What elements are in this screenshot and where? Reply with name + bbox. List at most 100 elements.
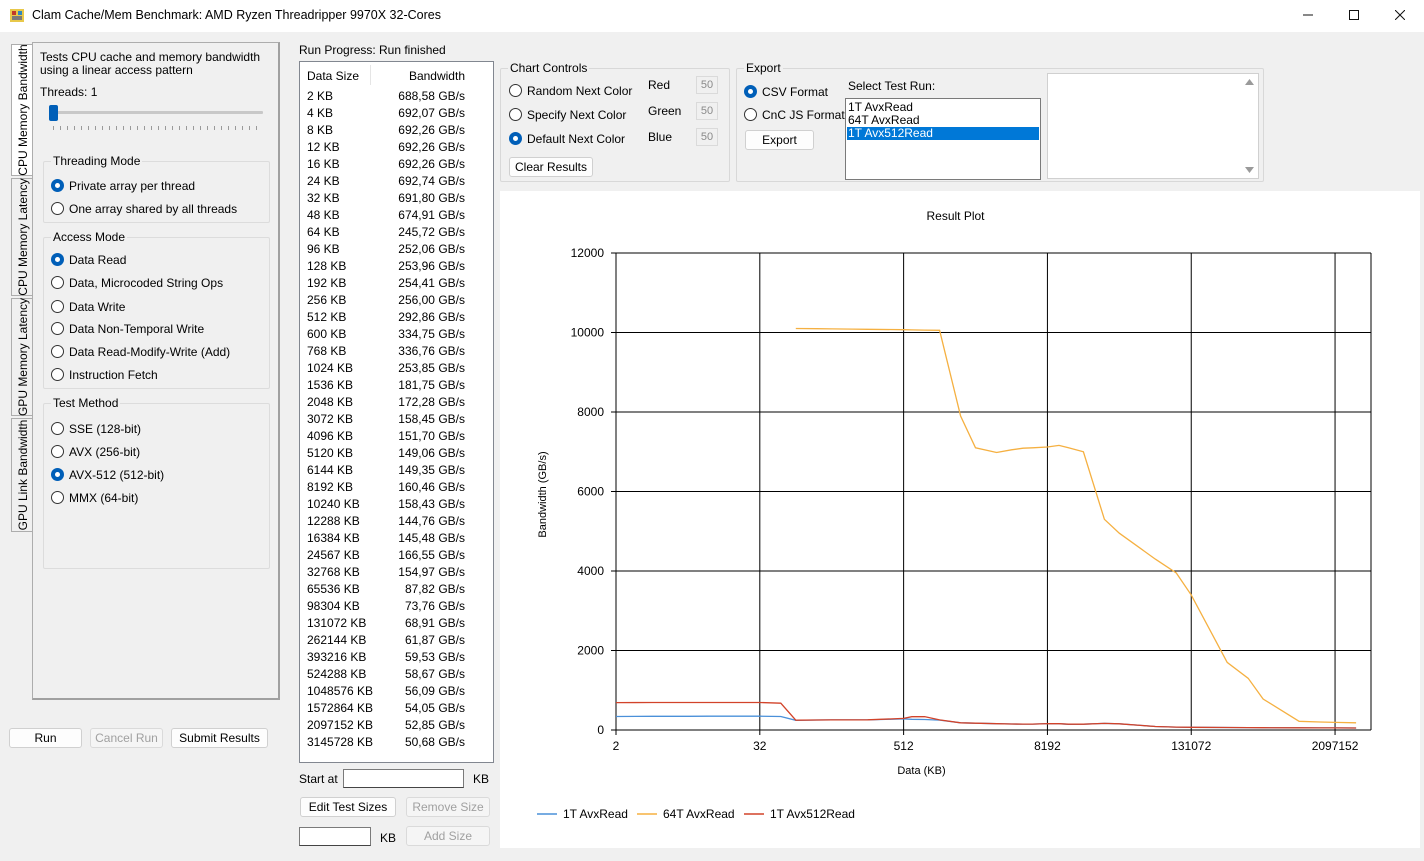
group-title: Access Mode [51, 230, 128, 244]
clear-results-button[interactable]: Clear Results [509, 157, 593, 177]
table-row[interactable]: 393216 KB 59,53 GB/s [300, 649, 493, 666]
export-button[interactable]: Export [745, 130, 814, 150]
y-tick-label: 12000 [571, 246, 605, 260]
cell-data-size: 48 KB [307, 208, 340, 222]
table-row[interactable]: 48 KB 674,91 GB/s [300, 207, 493, 224]
group-title: Export [744, 61, 783, 75]
x-axis-label: Data (KB) [897, 765, 945, 777]
cell-data-size: 768 KB [307, 344, 347, 358]
maximize-button[interactable] [1331, 0, 1377, 32]
table-row[interactable]: 3072 KB 158,45 GB/s [300, 411, 493, 428]
minimize-icon [1303, 14, 1313, 16]
threads-slider-thumb[interactable] [49, 105, 58, 121]
cell-bandwidth: 181,75 GB/s [398, 378, 465, 392]
group-title: Chart Controls [508, 61, 590, 75]
add-size-input[interactable] [299, 827, 371, 846]
table-row[interactable]: 2097152 KB 52,85 GB/s [300, 717, 493, 734]
table-row[interactable]: 16 KB 692,26 GB/s [300, 156, 493, 173]
column-header-data-size[interactable]: Data Size [307, 69, 359, 83]
table-row[interactable]: 98304 KB 73,76 GB/s [300, 598, 493, 615]
green-input[interactable]: 50 [696, 102, 718, 120]
tab-gpu-memory-latency[interactable]: GPU Memory Latency [11, 298, 33, 416]
table-body: 2 KB 688,58 GB/s 4 KB 692,07 GB/s 8 KB 692,26… [300, 88, 493, 751]
cell-data-size: 16384 KB [307, 531, 360, 545]
test-run-list[interactable]: 1T AvxRead 64T AvxRead 1T Avx512Read [845, 98, 1041, 180]
table-row[interactable]: 262144 KB 61,87 GB/s [300, 632, 493, 649]
result-plot: Result Plot 0 2000 4000 6000 8000 10000 12000 2 3… [500, 191, 1420, 848]
table-row[interactable]: 12 KB 692,26 GB/s [300, 139, 493, 156]
cell-data-size: 2097152 KB [307, 718, 374, 732]
table-row[interactable]: 4 KB 692,07 GB/s [300, 105, 493, 122]
radio-dot [51, 468, 64, 481]
select-test-run-label: Select Test Run: [848, 79, 936, 93]
cell-data-size: 96 KB [307, 242, 340, 256]
scroll-up-icon[interactable] [1245, 79, 1254, 85]
table-row[interactable]: 512 KB 292,86 GB/s [300, 309, 493, 326]
cell-bandwidth: 692,07 GB/s [398, 106, 465, 120]
table-row[interactable]: 96 KB 252,06 GB/s [300, 241, 493, 258]
table-row[interactable]: 131072 KB 68,91 GB/s [300, 615, 493, 632]
cell-bandwidth: 692,26 GB/s [398, 123, 465, 137]
cell-bandwidth: 245,72 GB/s [398, 225, 465, 239]
table-row[interactable]: 1048576 KB 56,09 GB/s [300, 683, 493, 700]
table-row[interactable]: 768 KB 336,76 GB/s [300, 343, 493, 360]
cell-data-size: 10240 KB [307, 497, 360, 511]
table-row[interactable]: 1024 KB 253,85 GB/s [300, 360, 493, 377]
cell-bandwidth: 73,76 GB/s [404, 599, 465, 613]
radio-label: Default Next Color [527, 132, 626, 146]
radio-label: Data, Microcoded String Ops [69, 276, 224, 290]
export-output-textbox[interactable] [1047, 73, 1259, 179]
blue-input[interactable]: 50 [696, 128, 718, 146]
table-row[interactable]: 32 KB 691,80 GB/s [300, 190, 493, 207]
minimize-button[interactable] [1285, 0, 1331, 32]
table-row[interactable]: 256 KB 256,00 GB/s [300, 292, 493, 309]
table-row[interactable]: 2048 KB 172,28 GB/s [300, 394, 493, 411]
results-table[interactable]: Data Size Bandwidth 2 KB 688,58 GB/s 4 KB 6… [299, 61, 494, 763]
remove-size-button[interactable]: Remove Size [406, 797, 490, 817]
cell-data-size: 24 KB [307, 174, 340, 188]
tab-gpu-link-bandwidth[interactable]: GPU Link Bandwidth [11, 418, 33, 532]
table-row[interactable]: 128 KB 253,96 GB/s [300, 258, 493, 275]
tab-cpu-memory-latency[interactable]: CPU Memory Latency [11, 178, 33, 296]
run-button[interactable]: Run [9, 728, 82, 748]
table-row[interactable]: 24567 KB 166,55 GB/s [300, 547, 493, 564]
submit-results-button[interactable]: Submit Results [171, 728, 268, 748]
table-row[interactable]: 64 KB 245,72 GB/s [300, 224, 493, 241]
cell-data-size: 8 KB [307, 123, 334, 137]
table-row[interactable]: 12288 KB 144,76 GB/s [300, 513, 493, 530]
table-row[interactable]: 524288 KB 58,67 GB/s [300, 666, 493, 683]
table-row[interactable]: 10240 KB 158,43 GB/s [300, 496, 493, 513]
table-row[interactable]: 6144 KB 149,35 GB/s [300, 462, 493, 479]
start-at-input[interactable] [343, 769, 464, 788]
table-row[interactable]: 16384 KB 145,48 GB/s [300, 530, 493, 547]
table-row[interactable]: 8192 KB 160,46 GB/s [300, 479, 493, 496]
table-row[interactable]: 5120 KB 149,06 GB/s [300, 445, 493, 462]
tab-cpu-memory-bandwidth[interactable]: CPU Memory Bandwidth [11, 44, 33, 176]
cell-bandwidth: 149,35 GB/s [398, 463, 465, 477]
add-size-button[interactable]: Add Size [406, 826, 490, 846]
table-row[interactable]: 8 KB 692,26 GB/s [300, 122, 493, 139]
access-mode-group: Access Mode Data Read Data, Microcoded S… [43, 230, 270, 389]
table-row[interactable]: 1536 KB 181,75 GB/s [300, 377, 493, 394]
threads-slider-track[interactable] [53, 111, 263, 114]
scroll-down-icon[interactable] [1245, 167, 1254, 173]
table-row[interactable]: 2 KB 688,58 GB/s [300, 88, 493, 105]
table-row[interactable]: 24 KB 692,74 GB/s [300, 173, 493, 190]
close-button[interactable] [1377, 0, 1423, 32]
table-row[interactable]: 65536 KB 87,82 GB/s [300, 581, 493, 598]
edit-test-sizes-button[interactable]: Edit Test Sizes [300, 797, 396, 817]
group-title: Threading Mode [51, 154, 143, 168]
radio-label: CnC JS Format [762, 108, 845, 122]
cell-bandwidth: 68,91 GB/s [404, 616, 465, 630]
cancel-run-button[interactable]: Cancel Run [90, 728, 163, 748]
table-row[interactable]: 192 KB 254,41 GB/s [300, 275, 493, 292]
column-header-bandwidth[interactable]: Bandwidth [409, 69, 465, 83]
table-row[interactable]: 600 KB 334,75 GB/s [300, 326, 493, 343]
red-input[interactable]: 50 [696, 76, 718, 94]
table-row[interactable]: 3145728 KB 50,68 GB/s [300, 734, 493, 751]
table-row[interactable]: 32768 KB 154,97 GB/s [300, 564, 493, 581]
table-row[interactable]: 4096 KB 151,70 GB/s [300, 428, 493, 445]
table-row[interactable]: 1572864 KB 54,05 GB/s [300, 700, 493, 717]
cell-bandwidth: 166,55 GB/s [398, 548, 465, 562]
test-run-item-selected[interactable]: 1T Avx512Read [847, 127, 1039, 140]
